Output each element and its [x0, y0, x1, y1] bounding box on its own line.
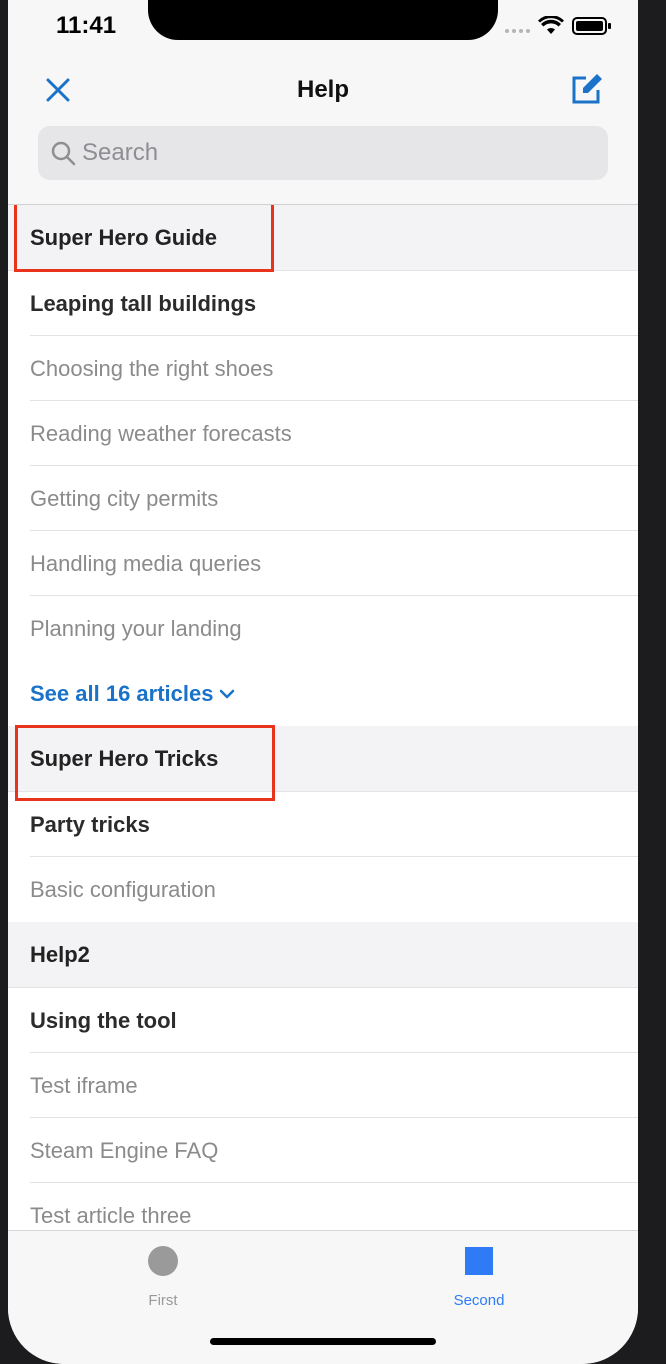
chevron-down-icon [220, 689, 235, 698]
highlight-box-super-hero-guide [14, 205, 274, 272]
search-input[interactable] [82, 136, 582, 170]
list-item-label: Planning your landing [30, 615, 242, 641]
list-item[interactable]: Planning your landing [8, 596, 638, 661]
list-item-label: Party tricks [30, 811, 150, 837]
list-item-label: Using the tool [30, 1007, 177, 1033]
list-item-label: Choosing the right shoes [30, 355, 274, 381]
compose-button[interactable] [568, 72, 604, 108]
list-item[interactable]: Test article three [8, 1183, 638, 1230]
list-item[interactable]: Handling media queries [8, 531, 638, 596]
see-all-label: See all 16 articles [30, 680, 214, 706]
tab-label: Second [453, 1292, 505, 1309]
list-item-label: Basic configuration [30, 876, 216, 902]
section-header-help2: Help2 [8, 922, 638, 988]
phone-screen: 11:41 Help Super Hero Guide [8, 0, 638, 1364]
articles-list: Super Hero Guide Leaping tall buildings … [8, 205, 638, 1230]
page-title: Help [296, 76, 349, 103]
status-icons [505, 16, 612, 36]
list-item-label: Reading weather forecasts [30, 420, 292, 446]
tab-second[interactable]: Second [419, 1245, 539, 1309]
tab-label: First [148, 1292, 178, 1309]
list-item[interactable]: Party tricks [8, 792, 638, 857]
list-item-label: Leaping tall buildings [30, 290, 257, 316]
compose-icon [572, 74, 602, 104]
list-item-label: Handling media queries [30, 550, 262, 576]
list-item[interactable]: Reading weather forecasts [8, 401, 638, 466]
section-title: Help2 [30, 942, 90, 967]
list-item[interactable]: Basic configuration [8, 857, 638, 922]
list-item[interactable]: Leaping tall buildings [8, 271, 638, 336]
see-all-articles-link[interactable]: See all 16 articles [8, 661, 638, 726]
device-notch [148, 0, 498, 40]
status-time: 11:41 [56, 12, 117, 39]
circle-icon [148, 1246, 178, 1276]
list-item-label: Test iframe [30, 1072, 138, 1098]
highlight-box-super-hero-tricks [15, 725, 275, 801]
signal-icon [505, 19, 530, 33]
search-bar[interactable] [38, 126, 608, 180]
list-item[interactable]: Test iframe [8, 1053, 638, 1118]
list-item-label: Test article three [30, 1202, 192, 1228]
list-item[interactable]: Getting city permits [8, 466, 638, 531]
list-item[interactable]: Using the tool [8, 988, 638, 1053]
list-item-label: Steam Engine FAQ [30, 1137, 219, 1163]
square-icon [465, 1247, 493, 1275]
list-item[interactable]: Steam Engine FAQ [8, 1118, 638, 1183]
navigation-bar: Help [8, 52, 638, 205]
tab-first[interactable]: First [103, 1245, 223, 1309]
list-item-label: Getting city permits [30, 485, 219, 511]
home-indicator [210, 1338, 436, 1345]
wifi-icon [538, 16, 564, 36]
battery-icon [572, 16, 612, 36]
list-item[interactable]: Choosing the right shoes [8, 336, 638, 401]
search-icon [51, 141, 76, 166]
